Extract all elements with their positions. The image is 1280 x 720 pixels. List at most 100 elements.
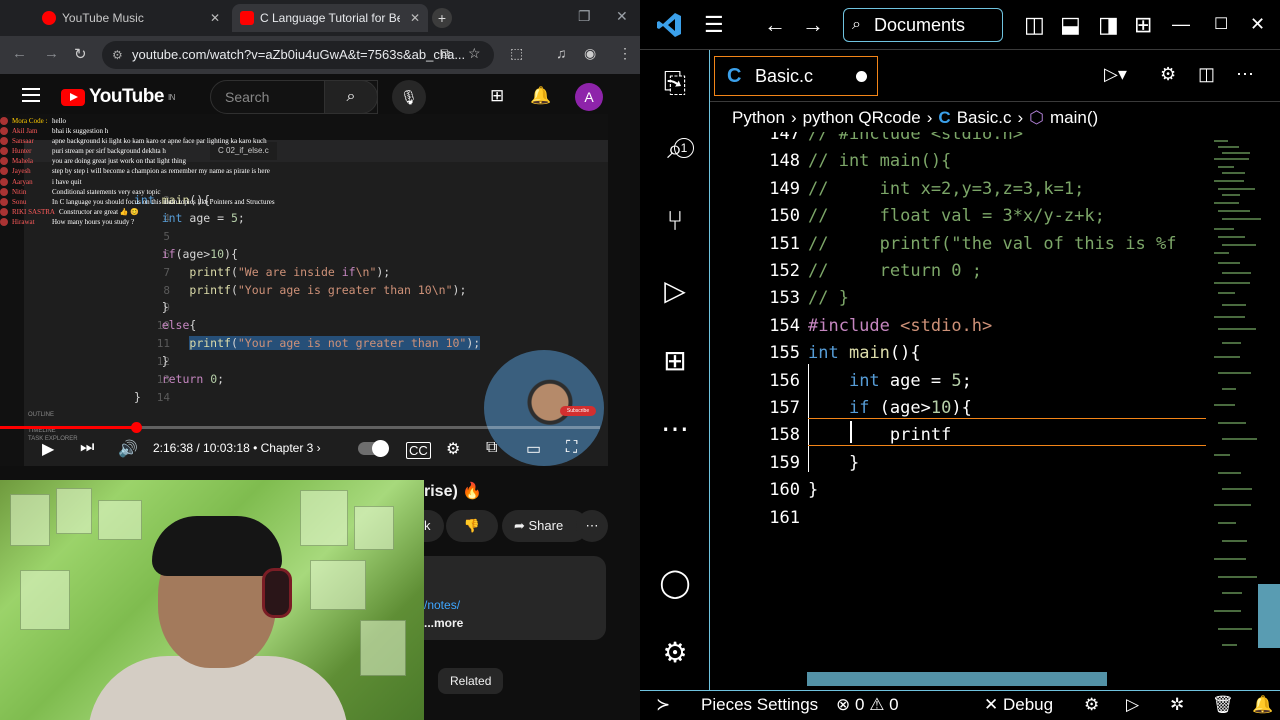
run-icon[interactable]: ▷ bbox=[1126, 695, 1139, 715]
site-info-icon[interactable]: ⚙ bbox=[112, 41, 123, 69]
code-line[interactable]: // int x=2,y=3,z=3,k=1; bbox=[808, 179, 1084, 199]
menu-dots-icon[interactable]: ⋮ bbox=[618, 45, 632, 62]
notes-link[interactable]: /notes/ bbox=[424, 598, 460, 612]
autoplay-toggle[interactable] bbox=[358, 440, 389, 457]
remote-icon[interactable]: ≻ bbox=[656, 695, 670, 715]
gear-icon[interactable]: ⚙ bbox=[1084, 695, 1099, 715]
code-line[interactable]: // int main(){ bbox=[808, 151, 951, 171]
code-line[interactable]: if (age>10){ bbox=[808, 398, 972, 418]
profile-icon[interactable]: ◉ bbox=[584, 45, 596, 62]
more-link[interactable]: ...more bbox=[424, 616, 463, 630]
youtube-logo[interactable]: YouTube IN bbox=[61, 86, 175, 108]
code-line[interactable]: } bbox=[808, 480, 818, 500]
customize-layout-icon[interactable]: ⊞ bbox=[1134, 12, 1152, 38]
install-icon[interactable]: ⧉ bbox=[440, 45, 450, 62]
settings-gear-icon[interactable]: ⚙ bbox=[446, 439, 460, 459]
theater-icon[interactable]: ▭ bbox=[526, 439, 541, 459]
voice-search-button[interactable]: 🎙 bbox=[392, 80, 426, 114]
breadcrumb-item[interactable]: Basic.c bbox=[957, 108, 1012, 128]
toggle-panel-icon[interactable]: ⬓ bbox=[1060, 12, 1081, 38]
split-editor-icon[interactable]: ◫ bbox=[1198, 64, 1215, 85]
code-line[interactable]: } bbox=[808, 453, 859, 473]
description-box[interactable]: /notes/ ...more bbox=[424, 556, 606, 640]
accounts-icon[interactable]: ◯ bbox=[656, 564, 694, 602]
captions-icon[interactable]: CC bbox=[406, 442, 431, 459]
dislike-button[interactable]: 👎 bbox=[446, 510, 498, 542]
back-arrow-icon[interactable]: ← bbox=[764, 12, 786, 38]
menu-hamburger-icon[interactable]: ☰ bbox=[704, 12, 724, 38]
maximize-icon[interactable]: ☐ bbox=[1214, 14, 1228, 34]
minimap-slider[interactable] bbox=[1258, 584, 1280, 648]
horizontal-scrollbar[interactable] bbox=[807, 672, 1107, 686]
code-editor[interactable]: 147 // #include <stdio.h> 148 // int main()… bbox=[710, 132, 1206, 670]
code-line[interactable]: // #include <stdio.h> bbox=[808, 132, 1023, 144]
source-control-icon[interactable]: ⑂ bbox=[656, 202, 694, 240]
toggle-sidebar-icon[interactable]: ◫ bbox=[1024, 12, 1045, 38]
explorer-icon[interactable]: ⎘ bbox=[656, 64, 694, 102]
search-icon[interactable]: ⌕ bbox=[656, 130, 694, 168]
more-actions-icon[interactable]: ⋯ bbox=[1236, 64, 1254, 85]
bell-icon[interactable]: 🔔 bbox=[530, 86, 551, 106]
editor-tab-basic-c[interactable]: C Basic.c bbox=[714, 56, 878, 96]
command-center-search[interactable]: ⌕ Documents bbox=[843, 8, 1003, 42]
code-line[interactable]: int age = 5; bbox=[808, 371, 972, 391]
avatar[interactable]: A bbox=[575, 83, 603, 111]
url-input[interactable]: ⚙ youtube.com/watch?v=aZb0iu4uGwA&t=7563… bbox=[102, 41, 494, 69]
run-debug-icon[interactable]: ▷ bbox=[656, 272, 694, 310]
breadcrumb-item[interactable]: Python bbox=[732, 108, 785, 128]
debug-status[interactable]: ✕ Debug bbox=[984, 695, 1053, 715]
breadcrumb-item[interactable]: python QRcode bbox=[803, 108, 921, 128]
play-icon[interactable]: ▶ bbox=[42, 439, 54, 459]
close-icon[interactable]: ✕ bbox=[410, 11, 420, 25]
code-line[interactable]: // float val = 3*x/y-z+k; bbox=[808, 206, 1105, 226]
bell-icon[interactable]: 🔔 bbox=[1252, 695, 1273, 715]
restore-icon[interactable]: ❐ bbox=[578, 8, 591, 25]
breadcrumb-item[interactable]: main() bbox=[1050, 108, 1098, 128]
fullscreen-icon[interactable]: ⛶ bbox=[566, 439, 577, 457]
create-icon[interactable]: ⊞ bbox=[490, 86, 504, 106]
progress-bar[interactable] bbox=[0, 422, 600, 433]
dislike-partial[interactable]: k bbox=[424, 510, 444, 542]
unsaved-dot-icon[interactable] bbox=[856, 71, 867, 82]
code-line[interactable]: // } bbox=[808, 288, 849, 308]
forward-arrow-icon[interactable]: → bbox=[802, 12, 824, 38]
pieces-settings[interactable]: Pieces Settings bbox=[701, 695, 818, 715]
code-line[interactable]: #include <stdio.h> bbox=[808, 316, 992, 336]
miniplayer-icon[interactable]: ⧉ bbox=[486, 439, 497, 457]
extensions-icon[interactable]: ⬚ bbox=[510, 45, 523, 62]
chapter-label[interactable]: • Chapter 3 › bbox=[253, 441, 321, 455]
settings-gear-icon[interactable]: ⚙ bbox=[1160, 64, 1176, 85]
forward-icon[interactable]: → bbox=[44, 45, 59, 62]
close-window-icon[interactable]: ✕ bbox=[616, 8, 628, 25]
new-tab-button[interactable]: + bbox=[432, 8, 452, 28]
run-icon[interactable]: ▷▾ bbox=[1104, 64, 1127, 85]
reload-icon[interactable]: ↻ bbox=[74, 45, 87, 63]
close-icon[interactable]: ✕ bbox=[1250, 14, 1265, 35]
search-button[interactable]: ⌕ bbox=[324, 80, 378, 114]
next-icon[interactable]: ⏭ bbox=[80, 439, 94, 457]
code-line[interactable]: printf bbox=[808, 425, 951, 445]
close-icon[interactable]: ✕ bbox=[210, 11, 220, 25]
manage-gear-icon[interactable]: ⚙ bbox=[656, 634, 694, 672]
more-actions-button[interactable]: ⋯ bbox=[576, 510, 608, 542]
problems-indicator[interactable]: ⊗ 0 ⚠ 0 bbox=[836, 695, 899, 715]
media-icon[interactable]: ♫ bbox=[556, 45, 567, 61]
editor-tabbar: C Basic.c bbox=[710, 50, 1280, 102]
tab-c-tutorial[interactable]: C Language Tutorial for Beginn ✕ bbox=[232, 4, 428, 32]
code-line[interactable]: // printf("the val of this is %f bbox=[808, 234, 1176, 254]
code-line[interactable]: // return 0 ; bbox=[808, 261, 982, 281]
related-chip[interactable]: Related bbox=[438, 668, 504, 694]
back-icon[interactable]: ← bbox=[12, 45, 27, 62]
extensions-icon[interactable]: ⊞ bbox=[656, 342, 694, 380]
more-icon[interactable]: ⋯ bbox=[656, 410, 694, 448]
toggle-secondary-sidebar-icon[interactable]: ◨ bbox=[1098, 12, 1119, 38]
code-line[interactable]: int main(){ bbox=[808, 343, 921, 363]
tab-youtube-music[interactable]: YouTube Music ✕ bbox=[34, 4, 228, 32]
trash-icon[interactable]: 🗑 bbox=[1212, 695, 1234, 715]
bug-icon[interactable]: ✲ bbox=[1170, 695, 1184, 715]
bookmark-star-icon[interactable]: ☆ bbox=[468, 45, 481, 62]
hamburger-menu-icon[interactable] bbox=[22, 88, 40, 102]
minimize-icon[interactable]: — bbox=[1172, 14, 1190, 35]
progress-knob[interactable] bbox=[130, 422, 142, 433]
volume-icon[interactable]: 🔊 bbox=[118, 439, 138, 459]
